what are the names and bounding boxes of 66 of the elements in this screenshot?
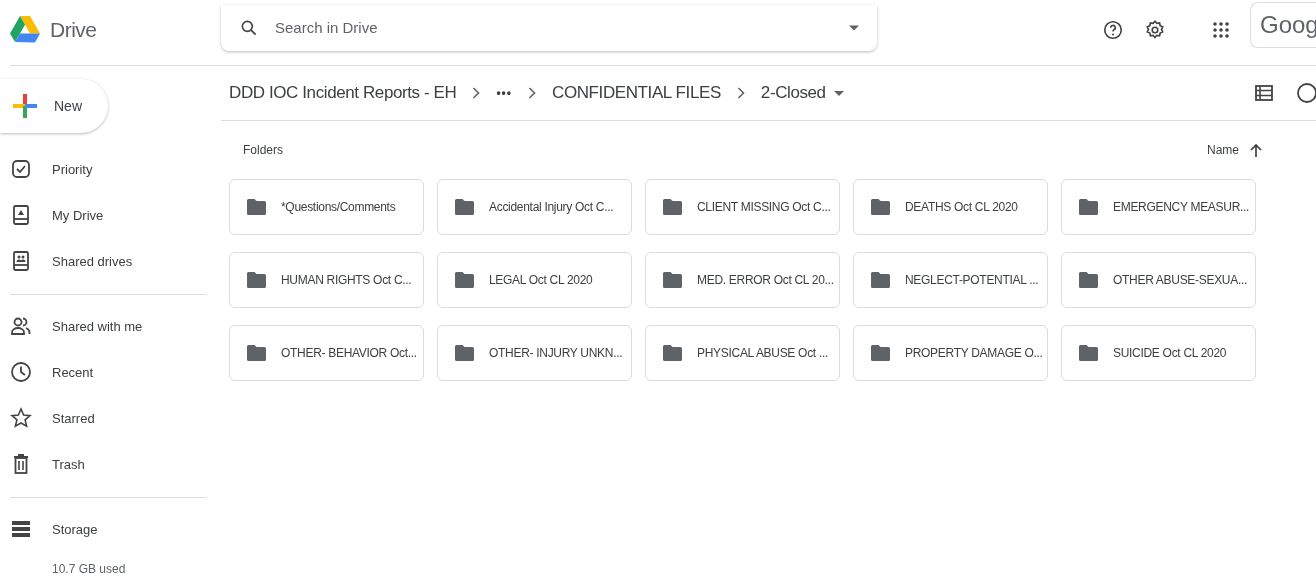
plus-icon bbox=[12, 93, 38, 119]
folder-card[interactable]: PROPERTY DAMAGE O... bbox=[853, 325, 1048, 381]
folder-card[interactable]: Accidental Injury Oct C... bbox=[437, 179, 632, 235]
apps-grid-icon[interactable] bbox=[1212, 20, 1230, 39]
breadcrumb-link[interactable]: 2-Closed bbox=[752, 79, 852, 107]
drive-icon bbox=[10, 204, 32, 226]
sidebar-item[interactable]: My Drive bbox=[10, 192, 208, 238]
folder-card[interactable]: MED. ERROR Oct CL 20... bbox=[645, 252, 840, 308]
folder-card[interactable]: OTHER- BEHAVIOR Oct... bbox=[229, 325, 424, 381]
folder-icon bbox=[247, 345, 266, 361]
sidebar-item[interactable]: Priority bbox=[10, 146, 208, 192]
settings-icon[interactable] bbox=[1144, 18, 1166, 41]
sidebar-item[interactable]: Trash bbox=[10, 441, 208, 487]
caret-icon bbox=[833, 90, 844, 96]
caret-icon[interactable] bbox=[849, 24, 859, 31]
folder-icon bbox=[455, 272, 474, 288]
sidebar-item[interactable]: Storage bbox=[10, 506, 208, 552]
folder-icon bbox=[455, 199, 474, 215]
search-input[interactable]: Search in Drive bbox=[273, 18, 849, 37]
drive-logo-icon bbox=[10, 16, 40, 43]
folder-icon bbox=[455, 345, 474, 361]
chevron-right-icon bbox=[736, 87, 745, 99]
sidebar-item[interactable]: Shared drives bbox=[10, 238, 208, 284]
clock-icon bbox=[10, 361, 32, 383]
app-name: Drive bbox=[50, 17, 97, 42]
star-icon bbox=[10, 407, 32, 429]
people-drive-icon bbox=[10, 250, 32, 272]
list-view-icon[interactable] bbox=[1255, 85, 1273, 101]
folder-card[interactable]: HUMAN RIGHTS Oct C... bbox=[229, 252, 424, 308]
folder-icon bbox=[247, 272, 266, 288]
chevron-right-icon bbox=[472, 87, 481, 99]
folder-card[interactable]: OTHER ABUSE-SEXUA... bbox=[1061, 252, 1256, 308]
new-button[interactable]: New bbox=[0, 79, 108, 133]
folder-card[interactable]: LEGAL Oct CL 2020 bbox=[437, 252, 632, 308]
sidebar-item[interactable]: Shared with me bbox=[10, 303, 208, 349]
folder-icon bbox=[663, 272, 682, 288]
folder-icon bbox=[871, 345, 890, 361]
folder-card[interactable]: CLIENT MISSING Oct C... bbox=[645, 179, 840, 235]
storage-usage: 10.7 GB used bbox=[52, 562, 127, 576]
folder-icon bbox=[663, 199, 682, 215]
folder-card[interactable]: PHYSICAL ABUSE Oct ... bbox=[645, 325, 840, 381]
help-icon[interactable] bbox=[1102, 18, 1124, 41]
folder-card[interactable]: OTHER- INJURY UNKN... bbox=[437, 325, 632, 381]
folder-icon bbox=[663, 345, 682, 361]
checkbox-icon bbox=[10, 158, 32, 180]
folder-card[interactable]: EMERGENCY MEASUR... bbox=[1061, 179, 1256, 235]
folder-icon bbox=[247, 199, 266, 215]
section-heading: Folders bbox=[243, 143, 283, 157]
folder-icon bbox=[871, 199, 890, 215]
sidebar-item[interactable]: Recent bbox=[10, 349, 208, 395]
folder-icon bbox=[1079, 199, 1098, 215]
more-button[interactable]: ••• bbox=[488, 82, 521, 104]
folder-card[interactable]: *Questions/Comments bbox=[229, 179, 424, 235]
people-icon bbox=[10, 315, 32, 337]
folder-card[interactable]: DEATHS Oct CL 2020 bbox=[853, 179, 1048, 235]
folder-icon bbox=[1079, 345, 1098, 361]
breadcrumb-link[interactable]: DDD IOC Incident Reports - EH bbox=[221, 79, 465, 107]
storage-icon bbox=[10, 518, 32, 540]
sort-button[interactable]: Name bbox=[1207, 143, 1239, 157]
folder-icon bbox=[871, 272, 890, 288]
folder-icon bbox=[1079, 272, 1098, 288]
sidebar-item[interactable]: Starred bbox=[10, 395, 208, 441]
folder-card[interactable]: NEGLECT-POTENTIAL ... bbox=[853, 252, 1048, 308]
chevron-right-icon bbox=[528, 87, 537, 99]
folder-card[interactable]: SUICIDE Oct CL 2020 bbox=[1061, 325, 1256, 381]
breadcrumb-link[interactable]: CONFIDENTIAL FILES bbox=[544, 79, 729, 107]
